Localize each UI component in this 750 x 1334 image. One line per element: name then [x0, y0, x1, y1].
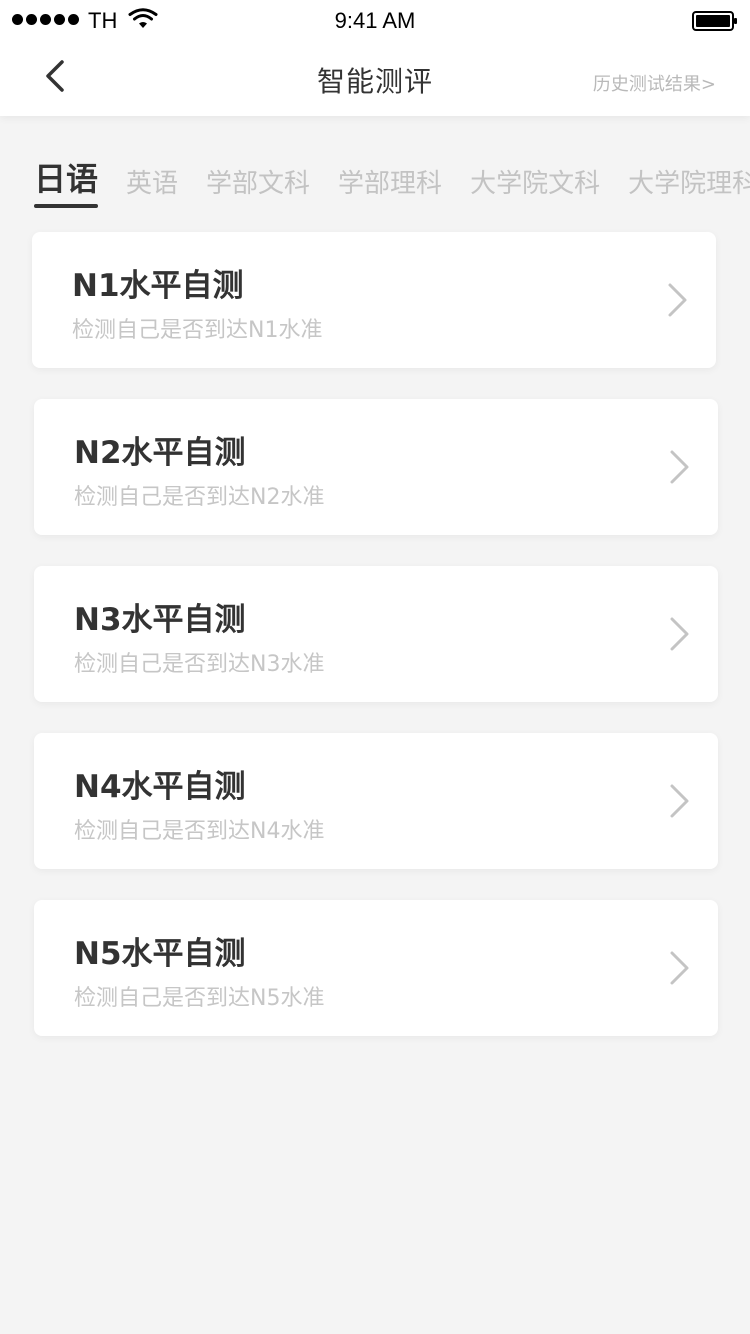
- test-card-n5[interactable]: N5水平自测 检测自己是否到达N5水准: [34, 900, 718, 1036]
- tab-grad-humanities[interactable]: 大学院文科: [470, 163, 600, 200]
- card-title: N2水平自测: [74, 435, 246, 471]
- battery-icon: [692, 11, 737, 31]
- card-subtitle: 检测自己是否到达N4水准: [74, 819, 325, 844]
- tab-japanese[interactable]: 日语: [34, 154, 99, 208]
- navigation-bar: 智能测评 历史测试结果>: [0, 40, 750, 116]
- card-subtitle: 检测自己是否到达N5水准: [74, 986, 325, 1011]
- card-subtitle: 检测自己是否到达N2水准: [74, 485, 325, 510]
- test-card-n1[interactable]: N1水平自测 检测自己是否到达N1水准: [32, 232, 716, 368]
- card-title: N3水平自测: [74, 602, 246, 638]
- test-card-n3[interactable]: N3水平自测 检测自己是否到达N3水准: [34, 566, 718, 702]
- status-bar: TH 9:41 AM: [0, 0, 750, 40]
- card-subtitle: 检测自己是否到达N1水准: [72, 318, 323, 343]
- tab-undergrad-science[interactable]: 学部理科: [338, 163, 442, 200]
- tab-undergrad-humanities[interactable]: 学部文科: [206, 163, 310, 200]
- test-card-n2[interactable]: N2水平自测 检测自己是否到达N2水准: [34, 399, 718, 535]
- chevron-right-icon: [668, 283, 687, 317]
- tab-grad-science[interactable]: 大学院理科: [628, 163, 750, 200]
- card-title: N1水平自测: [72, 268, 244, 304]
- category-tabs: 日语 英语 学部文科 学部理科 大学院文科 大学院理科: [34, 150, 750, 208]
- card-title: N5水平自测: [74, 936, 246, 972]
- chevron-right-icon: [670, 784, 689, 818]
- top-bar: TH 9:41 AM 智能测评 历史测试结果>: [0, 0, 750, 116]
- card-subtitle: 检测自己是否到达N3水准: [74, 652, 325, 677]
- chevron-right-icon: [670, 617, 689, 651]
- card-title: N4水平自测: [74, 769, 246, 805]
- tab-english[interactable]: 英语: [126, 163, 178, 200]
- status-time: 9:41 AM: [334, 8, 416, 33]
- history-results-link[interactable]: 历史测试结果>: [593, 70, 716, 96]
- chevron-right-icon: [670, 951, 689, 985]
- test-card-n4[interactable]: N4水平自测 检测自己是否到达N4水准: [34, 733, 718, 869]
- chevron-right-icon: [670, 450, 689, 484]
